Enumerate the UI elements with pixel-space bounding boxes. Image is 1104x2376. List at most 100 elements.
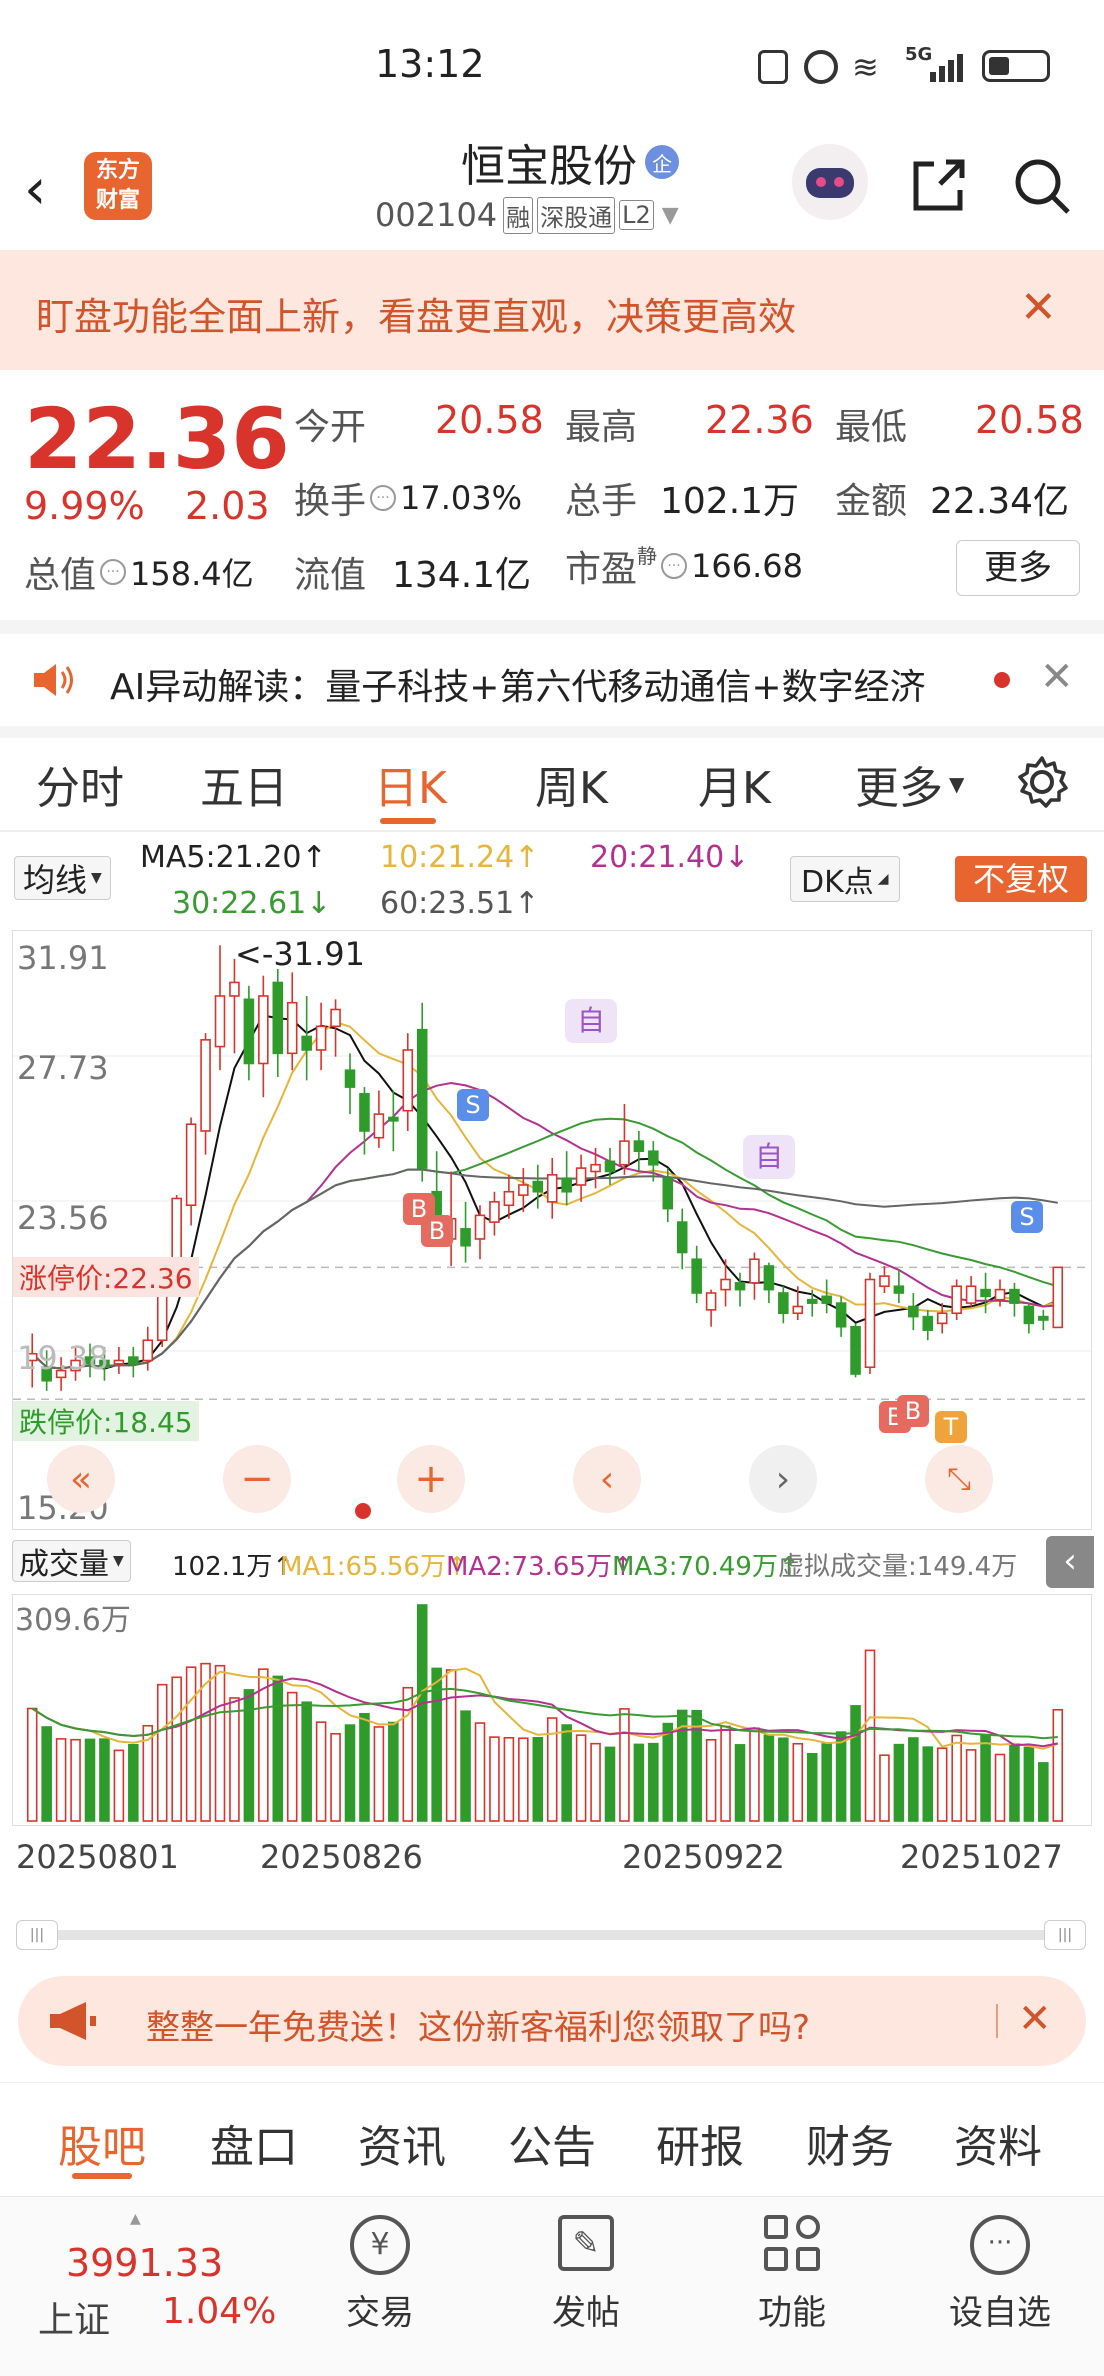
open-label: 今开 bbox=[294, 407, 367, 448]
trade-button[interactable]: ¥ 交易 bbox=[330, 2215, 430, 2345]
fullscreen-button[interactable]: ⤡ bbox=[925, 1445, 993, 1513]
volume-bar bbox=[835, 1731, 847, 1822]
pe-label: 市盈 bbox=[565, 549, 638, 590]
collapse-panel-button[interactable]: ‹ bbox=[1046, 1536, 1094, 1588]
self-select-marker[interactable]: 自 bbox=[743, 1135, 795, 1179]
zoom-out-button[interactable]: − bbox=[223, 1445, 291, 1513]
candle-body bbox=[619, 1140, 630, 1166]
buy-signal-marker[interactable]: B bbox=[897, 1395, 929, 1427]
buy-signal-marker[interactable]: B bbox=[421, 1215, 453, 1247]
settings-gear-icon[interactable] bbox=[1014, 754, 1070, 810]
app-header: ‹ 东方 财富 恒宝股份 企 002104 融 深股通 L2 ▼ bbox=[0, 130, 1104, 250]
tab-guba[interactable]: 股吧 bbox=[58, 2111, 146, 2175]
candle-body bbox=[908, 1305, 919, 1318]
t-signal-marker[interactable]: T bbox=[935, 1411, 967, 1443]
tab-daily-k[interactable]: 日K bbox=[374, 752, 447, 816]
volume-bar bbox=[633, 1743, 645, 1822]
volume-bar bbox=[749, 1727, 760, 1822]
candle-body bbox=[489, 1201, 500, 1223]
zoom-in-button[interactable]: + bbox=[397, 1445, 465, 1513]
volume-bar bbox=[474, 1722, 486, 1822]
caret-up-icon: ▲ bbox=[130, 2211, 141, 2227]
volume-bar bbox=[258, 1668, 269, 1822]
page-dot bbox=[355, 1503, 371, 1519]
volume-select[interactable]: 成交量 ▼ bbox=[12, 1540, 131, 1582]
price-axis-label: 23.56 bbox=[17, 1199, 109, 1237]
close-icon[interactable]: ✕ bbox=[1040, 654, 1074, 700]
add-watch-button[interactable]: ··· 设自选 bbox=[940, 2215, 1060, 2345]
info-icon[interactable]: ··· bbox=[370, 485, 397, 511]
kline-legend: 均线 ▼ MA5:21.20↑ 10:21.24↑ 20:21.40↓ 30:2… bbox=[0, 832, 1104, 930]
sell-signal-marker[interactable]: S bbox=[457, 1089, 489, 1121]
pe-sup: 静 bbox=[637, 544, 658, 568]
date-label: 20250922 bbox=[622, 1838, 785, 1876]
ma60-label: 60:23.51↑ bbox=[380, 886, 540, 921]
back-icon[interactable]: ‹ bbox=[24, 160, 68, 220]
volume-bar bbox=[518, 1737, 529, 1822]
ai-insight-bar[interactable]: AI异动解读：量子科技+第六代移动通信+数字经济 ✕ bbox=[0, 634, 1104, 726]
tab-more[interactable]: 更多 ▼ bbox=[855, 752, 964, 816]
candle-body bbox=[128, 1356, 139, 1365]
share-icon[interactable] bbox=[910, 156, 968, 214]
tab-research[interactable]: 研报 bbox=[656, 2111, 744, 2175]
volume-chart[interactable]: 309.6万 bbox=[12, 1594, 1092, 1826]
close-icon[interactable]: ✕ bbox=[1020, 282, 1057, 333]
tab-order-book[interactable]: 盘口 bbox=[210, 2111, 298, 2175]
candle-body bbox=[142, 1339, 154, 1362]
candle-body bbox=[965, 1285, 977, 1304]
dk-select[interactable]: DK点 ◢ bbox=[790, 856, 900, 902]
scroll-right-button[interactable]: › bbox=[749, 1445, 817, 1513]
sell-signal-marker[interactable]: S bbox=[1011, 1201, 1043, 1233]
promo-banner[interactable]: 盯盘功能全面上新，看盘更直观，决策更高效 ✕ bbox=[0, 250, 1104, 370]
price-axis-label: 27.73 bbox=[17, 1049, 109, 1087]
candle-body bbox=[850, 1325, 861, 1375]
stock-title[interactable]: 恒宝股份 企 bbox=[370, 130, 770, 194]
tab-monthly-k[interactable]: 月K bbox=[698, 752, 771, 816]
date-label: 20250801 bbox=[16, 1838, 179, 1876]
range-handle-left[interactable]: ||| bbox=[16, 1920, 58, 1950]
tab-financials[interactable]: 财务 bbox=[806, 2111, 894, 2175]
ad-banner[interactable]: 整整一年免费送！这份新客福利您领取了吗? ✕ bbox=[18, 1976, 1086, 2066]
logo-text-2: 财富 bbox=[95, 188, 140, 213]
ma30-label: 30:22.61↓ bbox=[172, 886, 332, 921]
info-icon[interactable]: ··· bbox=[661, 553, 688, 579]
kline-chart[interactable]: 31.91 27.73 23.56 19.38 15.20 <-31.91 涨停… bbox=[12, 930, 1092, 1530]
range-handle-right[interactable]: ||| bbox=[1044, 1920, 1086, 1950]
volume-bar bbox=[416, 1604, 428, 1822]
stock-name: 恒宝股份 bbox=[461, 141, 637, 192]
scroll-left-button[interactable]: ‹ bbox=[573, 1445, 641, 1513]
date-axis: 20250801 20250826 20250922 20251027 bbox=[0, 1834, 1104, 1884]
self-select-marker[interactable]: 自 bbox=[565, 999, 617, 1043]
tab-weekly-k[interactable]: 周K bbox=[535, 752, 608, 816]
ma-select[interactable]: 均线 ▼ bbox=[14, 856, 111, 900]
robot-assistant-icon[interactable] bbox=[792, 144, 868, 220]
high-label: 最高 bbox=[565, 407, 638, 448]
stock-code-row[interactable]: 002104 融 深股通 L2 ▼ bbox=[375, 196, 679, 234]
info-icon[interactable]: ··· bbox=[100, 559, 127, 585]
volume-bar bbox=[778, 1737, 789, 1822]
volume-bar bbox=[908, 1737, 919, 1822]
volume-bar bbox=[460, 1710, 471, 1822]
functions-button[interactable]: 功能 bbox=[742, 2215, 842, 2345]
tab-five-day[interactable]: 五日 bbox=[200, 752, 288, 816]
volume-value: 102.1万 bbox=[660, 481, 800, 522]
tab-profile[interactable]: 资料 bbox=[954, 2111, 1042, 2175]
candle-body bbox=[720, 1278, 731, 1291]
tab-news[interactable]: 资讯 bbox=[358, 2111, 446, 2175]
search-icon[interactable] bbox=[1012, 156, 1072, 216]
candle-body bbox=[315, 1025, 327, 1051]
range-scrollbar[interactable]: ||| ||| bbox=[16, 1920, 1086, 1950]
volume-legend: 成交量 ▼ 102.1万↑ MA1:65.56万↑ MA2:73.65万↑ MA… bbox=[0, 1532, 1104, 1592]
fast-backward-button[interactable]: « bbox=[47, 1445, 115, 1513]
close-icon[interactable]: ✕ bbox=[1018, 1996, 1052, 2042]
pe-value: 166.68 bbox=[691, 547, 803, 585]
adjust-toggle[interactable]: 不复权 bbox=[955, 856, 1087, 902]
post-button[interactable]: ✎ 发帖 bbox=[536, 2215, 636, 2345]
volume-bar bbox=[994, 1753, 1006, 1822]
date-label: 20250826 bbox=[260, 1838, 423, 1876]
index-ticker[interactable]: ▲ 3991.33 上证 1.04% bbox=[30, 2211, 290, 2341]
max-price-marker: <-31.91 bbox=[235, 935, 365, 973]
more-button[interactable]: 更多 bbox=[956, 540, 1080, 596]
tab-minute[interactable]: 分时 bbox=[36, 752, 124, 816]
tab-announcements[interactable]: 公告 bbox=[508, 2111, 596, 2175]
